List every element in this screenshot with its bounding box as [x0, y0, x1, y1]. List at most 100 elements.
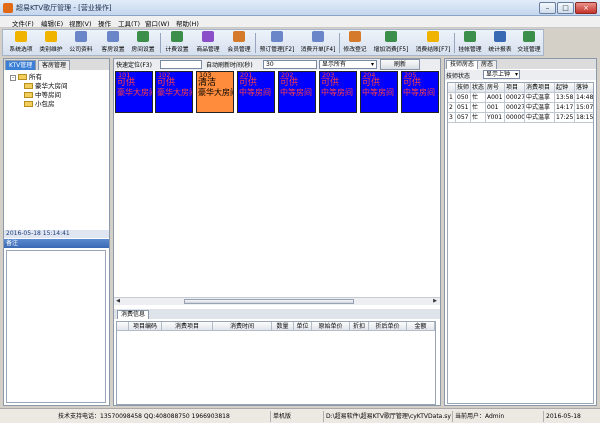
shift-management-button[interactable]: 交班管理 [515, 31, 543, 55]
column-header[interactable]: 消费项目 [525, 83, 555, 93]
table-cell[interactable]: 中式温拿 [525, 93, 555, 103]
quick-locate-input[interactable] [160, 60, 202, 69]
column-header[interactable]: 数量 [272, 322, 294, 331]
category-button[interactable]: 类别维护 [37, 31, 65, 55]
tab-room-status[interactable]: 房态 [477, 60, 498, 69]
open-order-button[interactable]: 消费开单[F4] [298, 31, 338, 55]
statistics-report-button[interactable]: 统计报表 [486, 31, 514, 55]
table-cell[interactable]: 00027 [505, 103, 525, 113]
room-tile-201[interactable]: 201 可供 中等房间 [237, 71, 275, 113]
room-tile-103[interactable]: 103 清洁 豪华大房间 [196, 71, 234, 113]
close-button[interactable]: × [575, 2, 597, 14]
folder-icon [24, 92, 33, 98]
column-header[interactable]: 消费项目 [162, 322, 213, 331]
room-tile-205[interactable]: 205 可供 中等房间 [401, 71, 439, 113]
tab-consume-info[interactable]: 消费信息 [117, 310, 150, 319]
table-cell[interactable]: 中式温拿 [525, 103, 555, 113]
column-header[interactable]: 原始单价 [312, 322, 350, 331]
column-header[interactable]: 消费时间 [213, 322, 272, 331]
collapse-icon[interactable]: - [10, 75, 16, 81]
column-header[interactable]: 状态 [471, 83, 486, 93]
column-header[interactable]: 落钟 [575, 83, 593, 93]
room-icon [137, 31, 149, 42]
room-tile-101[interactable]: 101 可供 豪华大房间 [115, 71, 153, 113]
goods-management-button[interactable]: 商品管理 [194, 31, 222, 55]
column-header[interactable]: 折扣 [350, 322, 369, 331]
add-consumption-button[interactable]: 增加消费[F5] [371, 31, 411, 55]
menu-window[interactable]: 窗口(W) [145, 18, 170, 28]
menu-tools[interactable]: 工具(T) [118, 18, 140, 28]
credit-management-button[interactable]: 挂帐管理 [456, 31, 484, 55]
scroll-left-icon[interactable]: ◀ [114, 298, 122, 305]
toolbar-separator [160, 33, 161, 53]
table-cell[interactable]: 13:58 [555, 93, 575, 103]
technician-grid[interactable]: 技师 状态 房号 项目 消费项目 起钟 落钟 1 050 忙 A001 0002… [447, 82, 594, 404]
table-cell[interactable]: 050 [456, 93, 471, 103]
tree-node-small[interactable]: 小包房 [24, 100, 68, 109]
booking-button[interactable]: 预订管理[F2] [257, 31, 297, 55]
edit-registration-button[interactable]: 修改登记 [341, 31, 369, 55]
display-filter-select[interactable]: 显示所有 ▾ [319, 60, 377, 69]
room-tile-204[interactable]: 204 可供 中等房间 [360, 71, 398, 113]
table-cell[interactable]: 忙 [471, 93, 486, 103]
tools-icon [15, 31, 27, 42]
table-cell[interactable]: A001 [486, 93, 505, 103]
menu-view[interactable]: 视图(V) [69, 18, 92, 28]
room-horizontal-scrollbar[interactable]: ◀ ▶ [114, 297, 440, 305]
technician-status-select[interactable]: 显示上钟 ▾ [483, 70, 520, 79]
system-options-button[interactable]: 系统选项 [7, 31, 35, 55]
column-header[interactable]: 折后单价 [369, 322, 407, 331]
scroll-right-icon[interactable]: ▶ [431, 298, 439, 305]
table-cell[interactable]: 18:15 [575, 113, 593, 123]
table-cell[interactable]: 忙 [471, 113, 486, 123]
tree-node-medium[interactable]: 中等房间 [24, 91, 68, 100]
table-cell[interactable]: 17:25 [555, 113, 575, 123]
menu-operate[interactable]: 操作 [98, 18, 111, 28]
remark-textarea[interactable] [6, 250, 106, 403]
table-cell[interactable]: 中式温拿 [525, 113, 555, 123]
consume-grid[interactable]: 项目编码 消费项目 消费时间 数量 单位 原始单价 折扣 折后单价 金额 [116, 321, 436, 405]
table-cell[interactable]: 14:48 [575, 93, 593, 103]
column-header[interactable]: 项目编码 [129, 322, 162, 331]
auto-refresh-input[interactable]: 30 [263, 60, 317, 69]
column-header[interactable]: 金额 [407, 322, 435, 331]
tab-ktv-management[interactable]: KTV管理 [5, 60, 37, 70]
table-cell[interactable]: 15:07 [575, 103, 593, 113]
table-cell[interactable]: 14:17 [555, 103, 575, 113]
minimize-button[interactable]: – [539, 2, 556, 14]
room-tile-102[interactable]: 102 可供 豪华大房间 [155, 71, 193, 113]
maximize-button[interactable]: □ [557, 2, 574, 14]
column-header[interactable]: 房号 [486, 83, 505, 93]
left-tabs: KTV管理 客房管理 [4, 59, 109, 70]
scrollbar-thumb[interactable] [184, 299, 354, 304]
chevron-down-icon: ▾ [514, 71, 518, 78]
column-header[interactable]: 项目 [505, 83, 525, 93]
billing-settings-button[interactable]: 计费设置 [163, 31, 191, 55]
checkout-button[interactable]: 消费结账[F7] [413, 31, 453, 55]
menu-help[interactable]: 帮助(H) [176, 18, 199, 28]
tab-technician-status[interactable]: 技师房态 [446, 60, 479, 69]
column-header[interactable]: 单位 [294, 322, 312, 331]
room-tile-202[interactable]: 202 可供 中等房间 [278, 71, 316, 113]
column-header[interactable]: 起钟 [555, 83, 575, 93]
table-cell[interactable]: 057 [456, 113, 471, 123]
tab-room-management[interactable]: 客房管理 [38, 60, 71, 70]
tree-node-all[interactable]: - 所有 [10, 73, 54, 82]
table-cell[interactable]: 00000 [505, 113, 525, 123]
tree-node-luxury[interactable]: 豪华大房间 [24, 82, 68, 91]
column-header[interactable]: 技师 [456, 83, 471, 93]
table-cell[interactable]: 051 [456, 103, 471, 113]
member-management-button[interactable]: 会员管理 [225, 31, 253, 55]
refresh-button[interactable]: 刷新 [380, 59, 420, 70]
company-info-button[interactable]: 公司资料 [67, 31, 95, 55]
room-tile-203[interactable]: 203 可供 中等房间 [319, 71, 357, 113]
table-cell[interactable]: 00027 [505, 93, 525, 103]
table-cell[interactable]: Y001 [486, 113, 505, 123]
billing-icon [171, 31, 183, 42]
menu-edit[interactable]: 编辑(E) [41, 18, 63, 28]
table-cell[interactable]: 忙 [471, 103, 486, 113]
room-settings-button[interactable]: 房间设置 [129, 31, 157, 55]
menu-file[interactable]: 文件(F) [12, 18, 34, 28]
table-cell[interactable]: 001 [486, 103, 505, 113]
guest-room-settings-button[interactable]: 客房设置 [99, 31, 127, 55]
